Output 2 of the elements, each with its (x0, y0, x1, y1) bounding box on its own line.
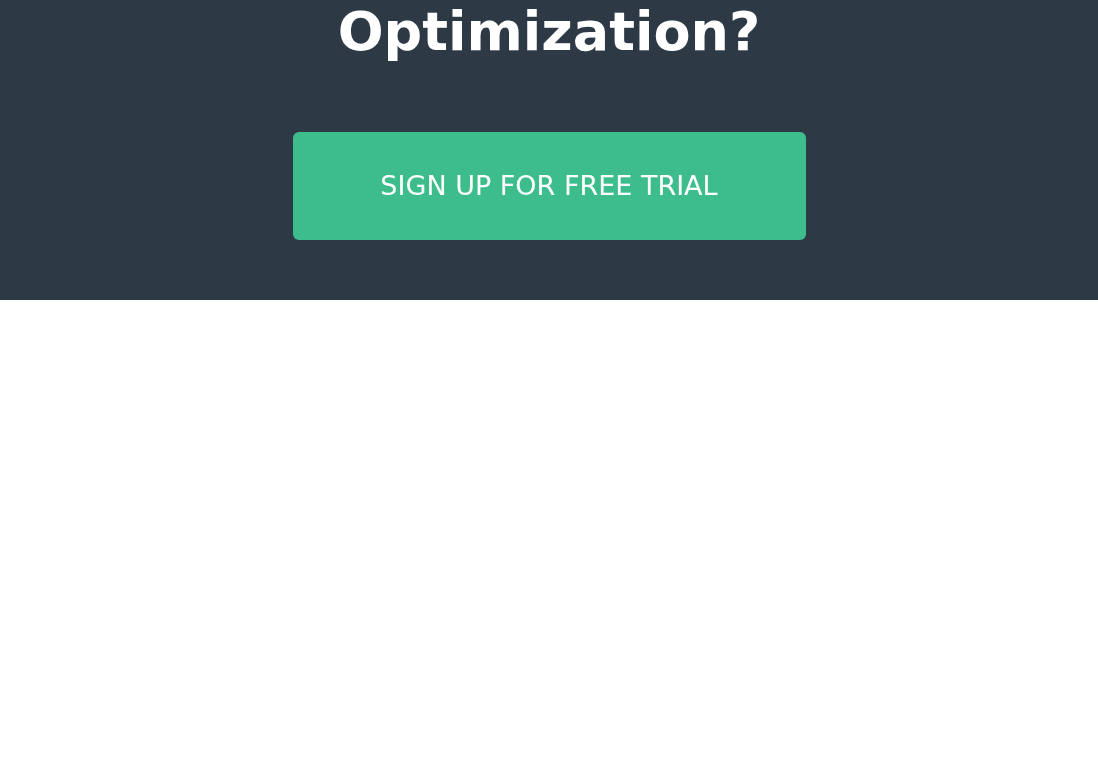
free-trial-button[interactable]: SIGN UP FOR FREE TRIAL (292, 132, 806, 240)
banner-heading: Optimization? (337, 0, 761, 64)
